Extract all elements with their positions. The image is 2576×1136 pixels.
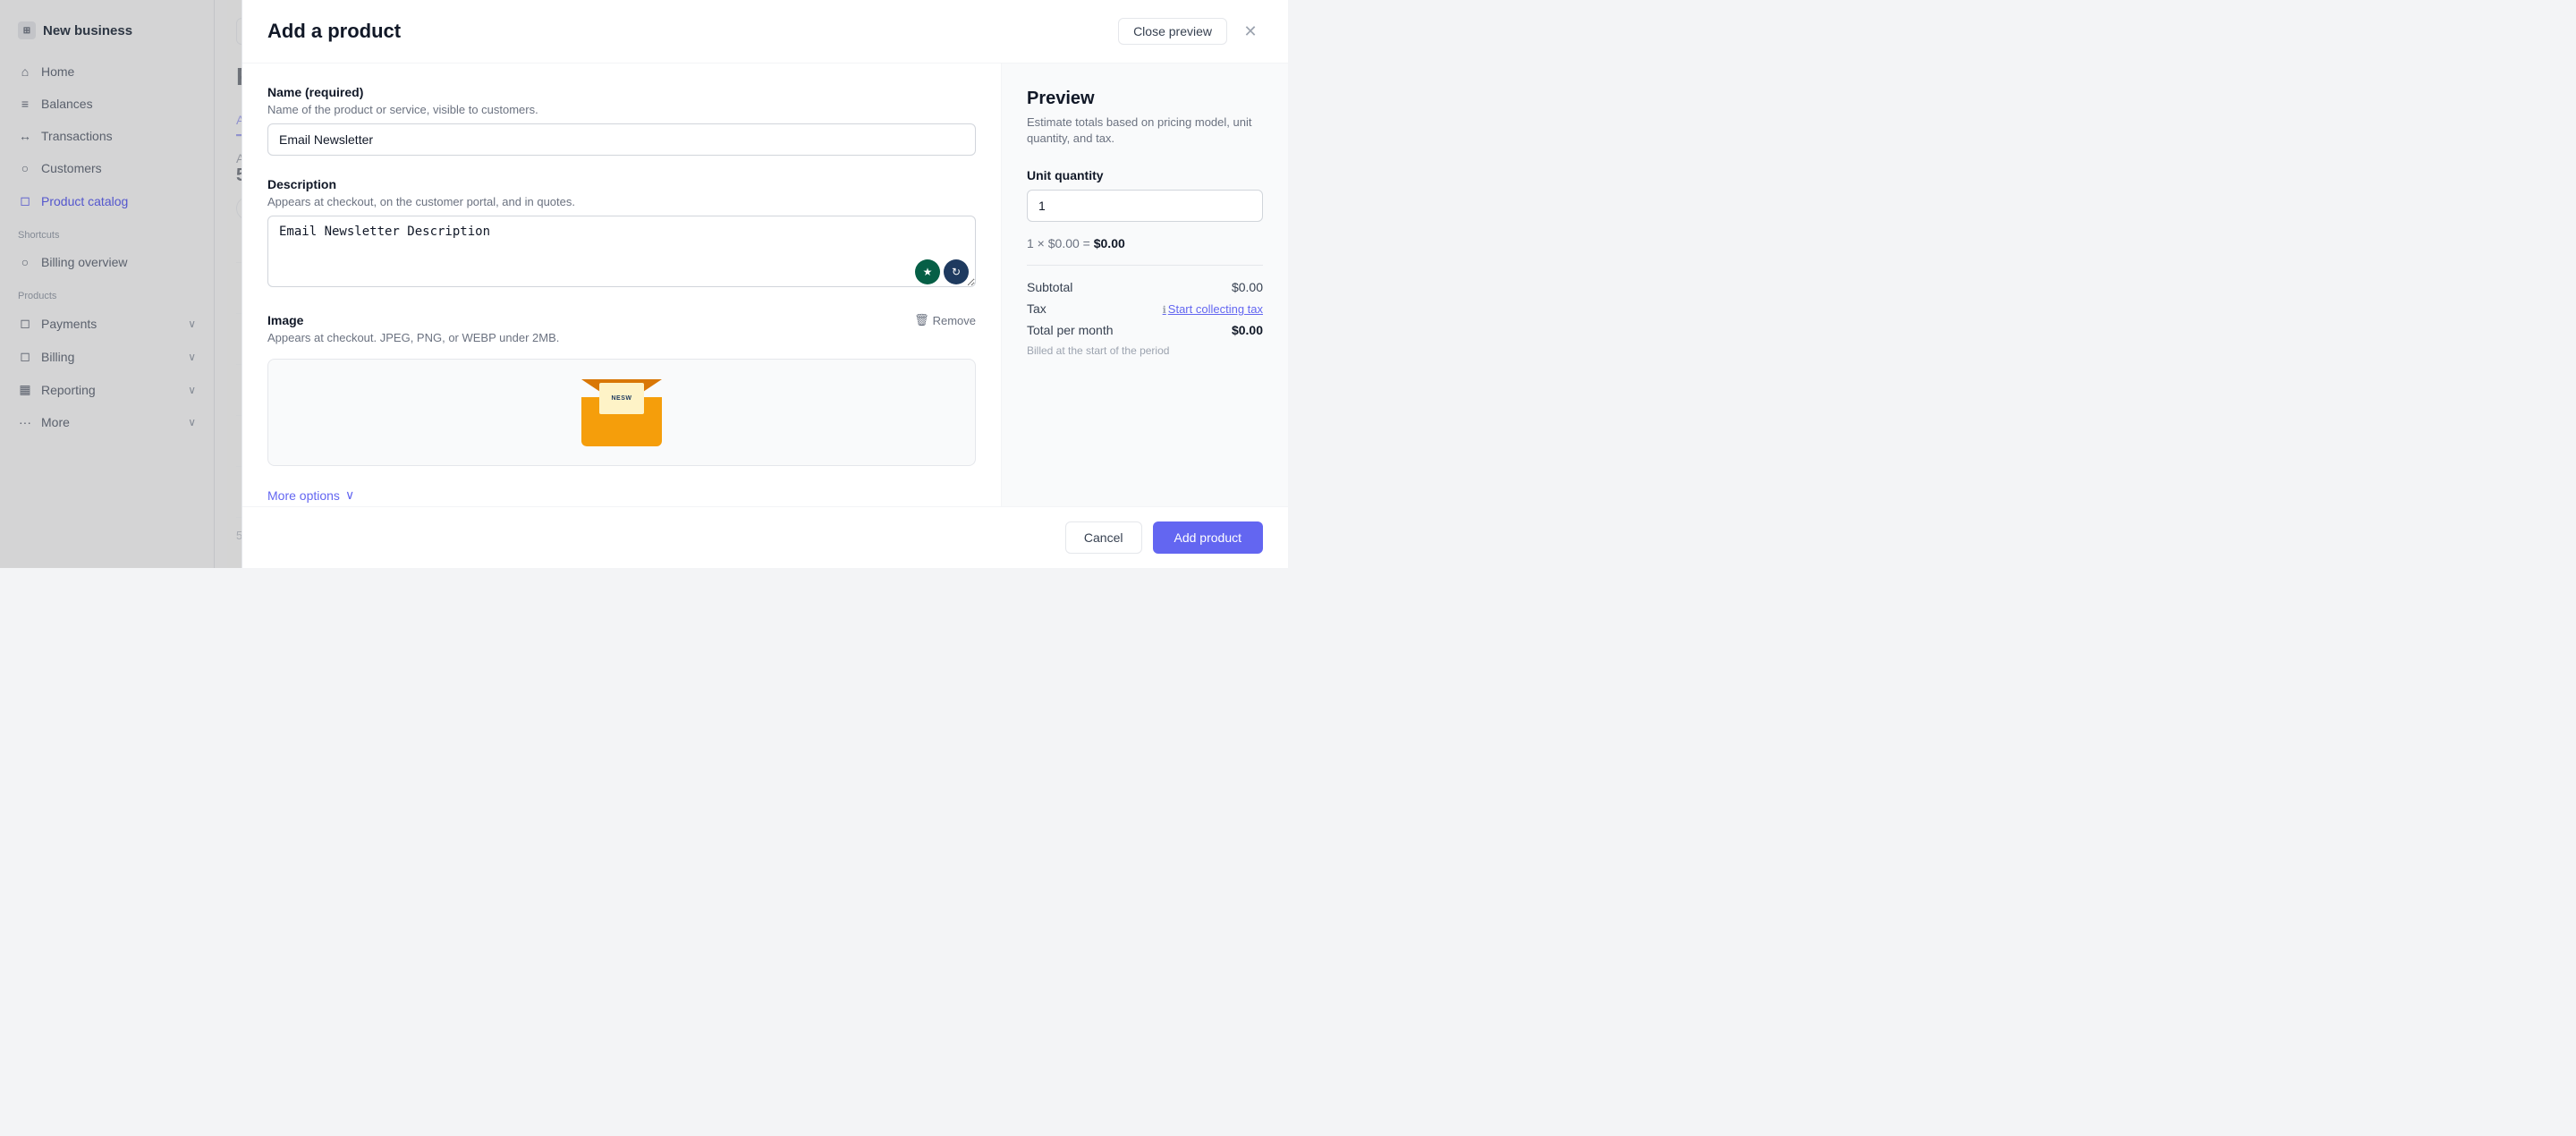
preview-calc: 1 × $0.00 = $0.00 bbox=[1027, 236, 1263, 250]
info-icon: ℹ bbox=[1163, 305, 1166, 316]
description-hint: Appears at checkout, on the customer por… bbox=[267, 195, 976, 208]
preview-divider-1 bbox=[1027, 265, 1263, 266]
image-label: Image bbox=[267, 313, 559, 327]
unit-quantity-label: Unit quantity bbox=[1027, 168, 1263, 182]
description-label: Description bbox=[267, 177, 976, 191]
chevron-down-icon: ∨ bbox=[345, 487, 354, 503]
name-label: Name (required) bbox=[267, 85, 976, 99]
more-options-label: More options bbox=[267, 488, 340, 503]
textarea-icons: ★ ↻ bbox=[915, 259, 969, 284]
name-hint: Name of the product or service, visible … bbox=[267, 103, 976, 116]
modal-body: Name (required) Name of the product or s… bbox=[242, 64, 1288, 506]
modal-title: Add a product bbox=[267, 20, 401, 43]
close-modal-button[interactable]: ✕ bbox=[1238, 19, 1263, 44]
close-preview-button[interactable]: Close preview bbox=[1118, 18, 1227, 45]
modal-form: Name (required) Name of the product or s… bbox=[242, 64, 1002, 506]
trash-icon: 🗑 bbox=[914, 313, 929, 327]
remove-label: Remove bbox=[933, 314, 976, 327]
modal-header-actions: Close preview ✕ bbox=[1118, 18, 1263, 45]
envelope-image: NESW bbox=[581, 379, 662, 446]
modal-footer: Cancel Add product bbox=[242, 506, 1288, 568]
add-product-button[interactable]: Add product bbox=[1153, 521, 1264, 554]
preview-subtitle: Estimate totals based on pricing model, … bbox=[1027, 114, 1263, 147]
preview-subtotal-line: Subtotal $0.00 bbox=[1027, 280, 1263, 294]
image-section-header: Image Appears at checkout. JPEG, PNG, or… bbox=[267, 313, 976, 352]
add-product-modal: Add a product Close preview ✕ Name (requ… bbox=[242, 0, 1288, 568]
more-options-button[interactable]: More options ∨ bbox=[267, 487, 976, 503]
description-field-group: Description Appears at checkout, on the … bbox=[267, 177, 976, 292]
image-preview-box: NESW bbox=[267, 359, 976, 466]
subtotal-label: Subtotal bbox=[1027, 280, 1072, 294]
tax-link[interactable]: ℹStart collecting tax bbox=[1163, 302, 1263, 316]
image-field-group: Image Appears at checkout. JPEG, PNG, or… bbox=[267, 313, 976, 466]
calc-bold: $0.00 bbox=[1094, 236, 1125, 250]
textarea-wrapper: Email Newsletter Description ★ ↻ bbox=[267, 216, 976, 292]
total-value: $0.00 bbox=[1232, 323, 1263, 337]
preview-title: Preview bbox=[1027, 89, 1263, 109]
ai-icon-1[interactable]: ★ bbox=[915, 259, 940, 284]
subtotal-value: $0.00 bbox=[1232, 280, 1263, 294]
unit-quantity-input[interactable] bbox=[1027, 190, 1263, 222]
cancel-button[interactable]: Cancel bbox=[1065, 521, 1142, 554]
name-field-group: Name (required) Name of the product or s… bbox=[267, 85, 976, 156]
tax-label: Tax bbox=[1027, 301, 1046, 316]
image-hint: Appears at checkout. JPEG, PNG, or WEBP … bbox=[267, 331, 559, 344]
preview-panel: Preview Estimate totals based on pricing… bbox=[1002, 64, 1288, 506]
envelope-letter: NESW bbox=[599, 383, 644, 414]
modal-header: Add a product Close preview ✕ bbox=[242, 0, 1288, 64]
billed-note: Billed at the start of the period bbox=[1027, 344, 1263, 357]
calc-text: 1 × $0.00 = bbox=[1027, 236, 1094, 250]
preview-tax-line: Tax ℹStart collecting tax bbox=[1027, 301, 1263, 316]
name-input[interactable] bbox=[267, 123, 976, 156]
image-section-left: Image Appears at checkout. JPEG, PNG, or… bbox=[267, 313, 559, 352]
remove-image-button[interactable]: 🗑 Remove bbox=[914, 313, 976, 327]
description-textarea[interactable]: Email Newsletter Description bbox=[267, 216, 976, 287]
preview-total-line: Total per month $0.00 bbox=[1027, 323, 1263, 337]
total-label: Total per month bbox=[1027, 323, 1114, 337]
ai-icon-2[interactable]: ↻ bbox=[944, 259, 969, 284]
